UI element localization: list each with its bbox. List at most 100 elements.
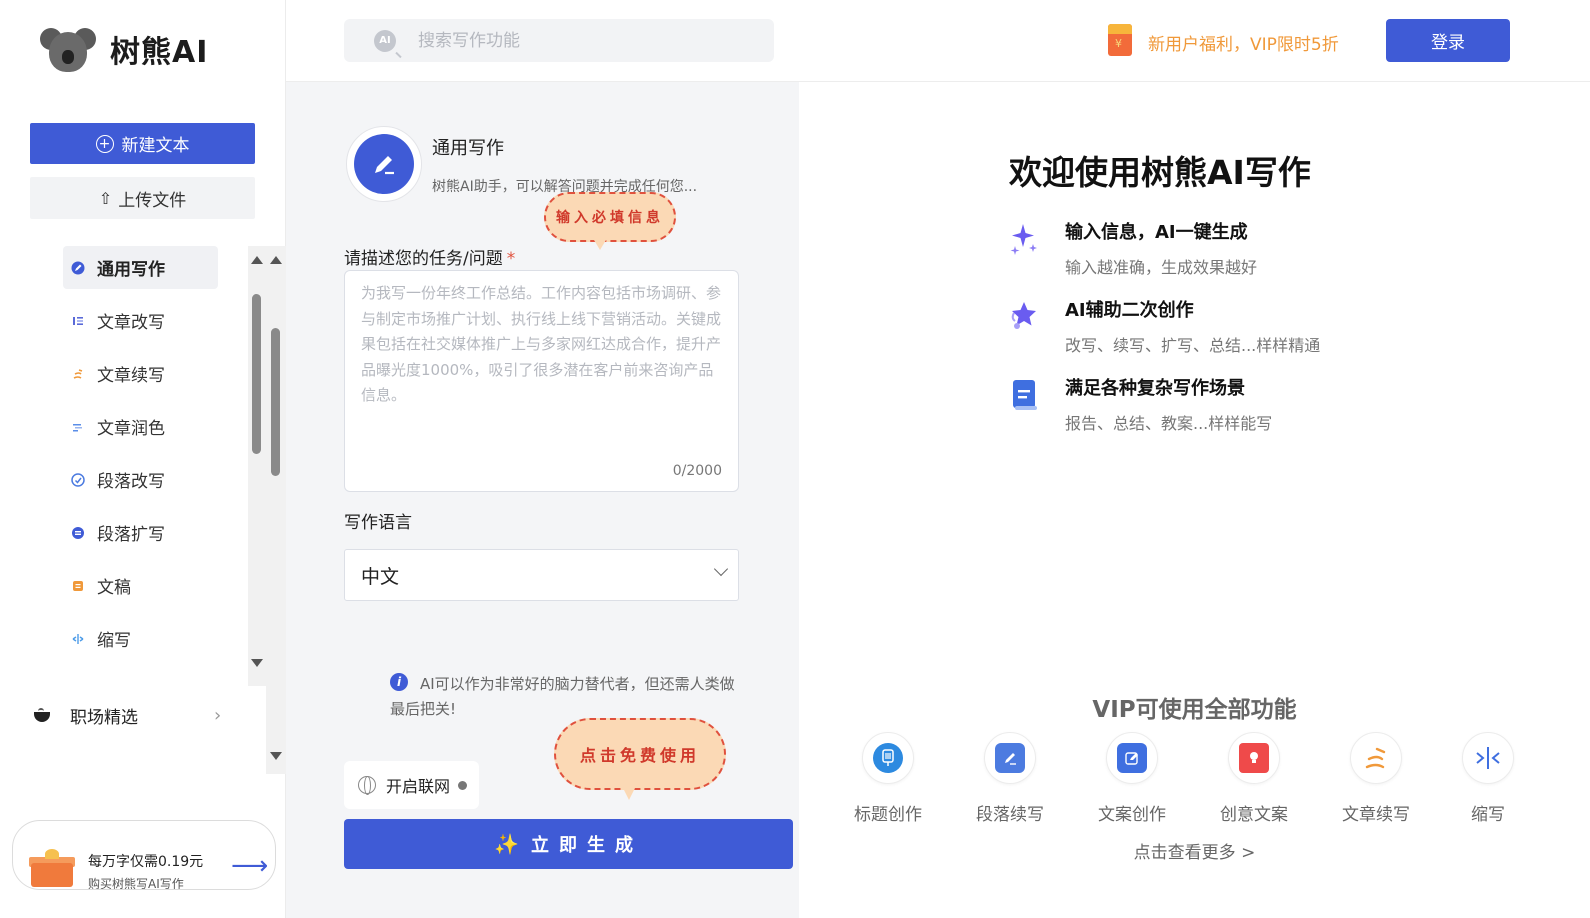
coffee-cup-icon [34, 708, 50, 722]
sidebar: 树熊AI + 新建文本 ⇧ 上传文件 通用写作 文章改写 文章续写 文章润色 段… [0, 0, 286, 918]
vip-item-label: 文章续写 [1342, 805, 1410, 825]
star-assist-icon [1009, 298, 1039, 329]
lines-icon [71, 420, 85, 434]
sidebar-item-paragraph-expand[interactable]: 段落扩写 [63, 511, 218, 554]
bubble-tail [594, 240, 606, 250]
see-more-link[interactable]: 点击查看更多 > [799, 838, 1590, 863]
pencil-circle-icon [873, 743, 903, 773]
career-picks-label: 职场精选 [70, 707, 138, 728]
brand-logo[interactable]: 树熊AI [40, 24, 208, 74]
sidebar-item-label: 段落改写 [97, 472, 165, 492]
sidebar-item-article-continue[interactable]: 文章续写 [63, 352, 218, 395]
scroll-up-arrow[interactable] [270, 256, 282, 264]
vip-title: VIP可使用全部功能 [1092, 697, 1297, 723]
login-button[interactable]: 登录 [1386, 19, 1510, 62]
red-envelope-icon[interactable] [1108, 24, 1132, 56]
generate-button[interactable]: ✨ 立即生成 [344, 819, 793, 869]
plus-circle-icon: + [95, 134, 114, 153]
gift-icon [29, 849, 75, 887]
lightbulb-icon [1239, 743, 1269, 773]
feature-desc: 报告、总结、教案...样样能写 [1065, 414, 1273, 433]
list-icon [71, 314, 85, 328]
task-textarea[interactable] [361, 281, 721, 451]
sidebar-item-article-polish[interactable]: 文章润色 [63, 405, 218, 448]
internet-toggle-label: 开启联网 [386, 777, 451, 796]
vip-item-abbreviate[interactable]: 缩写 [1433, 732, 1543, 825]
new-text-button[interactable]: + 新建文本 [30, 123, 255, 164]
upload-file-label: 上传文件 [118, 190, 187, 211]
feature-title: AI辅助二次创作 [1065, 300, 1194, 321]
vip-feature-grid: 标题创作 段落续写 文案创作 创意文案 文章续写 缩写 [839, 732, 1579, 825]
vip-item-creative-copy[interactable]: 创意文案 [1199, 732, 1309, 825]
vip-item-copywriting[interactable]: 文案创作 [1077, 732, 1187, 825]
sidebar-scrollbar[interactable] [266, 246, 286, 774]
compress-icon [1473, 743, 1503, 773]
sidebar-item-label: 通用写作 [97, 260, 165, 280]
feature-desc: 改写、续写、扩写、总结...样样精通 [1065, 336, 1321, 355]
welcome-panel: 欢迎使用树熊AI写作 输入信息，AI一键生成 输入越准确，生成效果越好 AI辅助… [799, 82, 1590, 918]
vip-item-label: 段落续写 [976, 805, 1044, 825]
compress-icon [71, 632, 85, 646]
upload-file-button[interactable]: ⇧ 上传文件 [30, 177, 255, 219]
toggle-dot [458, 780, 468, 790]
scroll-up-arrow[interactable] [251, 256, 263, 264]
promo-price-text: 每万字仅需0.19元 [88, 854, 204, 870]
required-info-bubble: 输入必填信息 [544, 192, 676, 242]
language-label: 写作语言 [344, 513, 412, 533]
top-header: AI 新用户福利，VIP限时5折 登录 [286, 0, 1590, 82]
pricing-promo-card[interactable]: 每万字仅需0.19元 购买树熊写AI写作 ⟶ [12, 820, 276, 890]
sidebar-nav-scrollbar[interactable] [248, 246, 266, 686]
vip-item-article-continue[interactable]: 文章续写 [1321, 732, 1431, 825]
character-count: 0/2000 [672, 463, 722, 479]
sidebar-item-label: 文稿 [97, 578, 131, 598]
expand-icon [71, 526, 85, 540]
globe-icon [358, 776, 376, 795]
search-bar[interactable]: AI [344, 19, 774, 62]
generate-label: 立即生成 [530, 835, 643, 856]
vip-item-paragraph-continue[interactable]: 段落续写 [955, 732, 1065, 825]
tool-title: 通用写作 [432, 138, 504, 159]
chevron-right-icon: › [214, 704, 222, 726]
general-writing-icon [346, 126, 422, 202]
task-input-box[interactable]: 0/2000 [344, 270, 739, 492]
sidebar-item-label: 文章润色 [97, 419, 165, 439]
feature-desc: 输入越准确，生成效果越好 [1065, 258, 1258, 277]
koala-logo-icon [40, 24, 96, 74]
sparkle-icon [1009, 220, 1039, 255]
career-picks-item[interactable]: 职场精选 › [34, 700, 234, 730]
sidebar-item-paragraph-rewrite[interactable]: 段落改写 [63, 458, 218, 501]
sidebar-item-general-writing[interactable]: 通用写作 [63, 246, 218, 289]
brand-name: 树熊AI [110, 35, 209, 70]
edit-square-icon [1117, 743, 1147, 773]
scribble-icon [71, 367, 85, 381]
doc-square-icon [71, 579, 85, 593]
new-user-promo-link[interactable]: 新用户福利，VIP限时5折 [1148, 30, 1339, 55]
sidebar-item-manuscript[interactable]: 文稿 [63, 564, 218, 607]
free-use-bubble: 点击免费使用 [554, 718, 726, 790]
document-icon [1009, 376, 1039, 410]
vip-item-label: 文案创作 [1098, 805, 1166, 825]
task-label-text: 请描述您的任务/问题 [344, 249, 503, 269]
pen-circle-icon [71, 261, 85, 275]
scrollbar-thumb[interactable] [271, 328, 280, 476]
language-select[interactable]: 中文 [344, 549, 739, 601]
sidebar-item-label: 段落扩写 [97, 525, 165, 545]
language-value: 中文 [361, 565, 400, 588]
sidebar-item-label: 文章续写 [97, 366, 165, 386]
scroll-down-arrow[interactable] [251, 659, 263, 667]
sidebar-item-article-rewrite[interactable]: 文章改写 [63, 299, 218, 342]
sidebar-item-label: 文章改写 [97, 313, 165, 333]
feature-title: 输入信息，AI一键生成 [1065, 222, 1248, 243]
search-input[interactable] [418, 30, 738, 51]
welcome-title: 欢迎使用树熊AI写作 [1009, 153, 1311, 192]
vip-item-title-creation[interactable]: 标题创作 [833, 732, 943, 825]
edit-pen-icon [995, 743, 1025, 773]
sidebar-item-abbreviate[interactable]: 缩写 [63, 617, 218, 660]
vip-item-label: 缩写 [1471, 805, 1505, 825]
arrow-right-icon: ⟶ [231, 851, 269, 881]
scribble-icon [1361, 743, 1391, 773]
internet-toggle[interactable]: 开启联网 [344, 761, 479, 809]
scrollbar-thumb[interactable] [252, 294, 261, 454]
scroll-down-arrow[interactable] [270, 752, 282, 760]
writing-form-panel: 通用写作 树熊AI助手，可以解答问题并完成任何您... 输入必填信息 请描述您的… [286, 82, 799, 918]
